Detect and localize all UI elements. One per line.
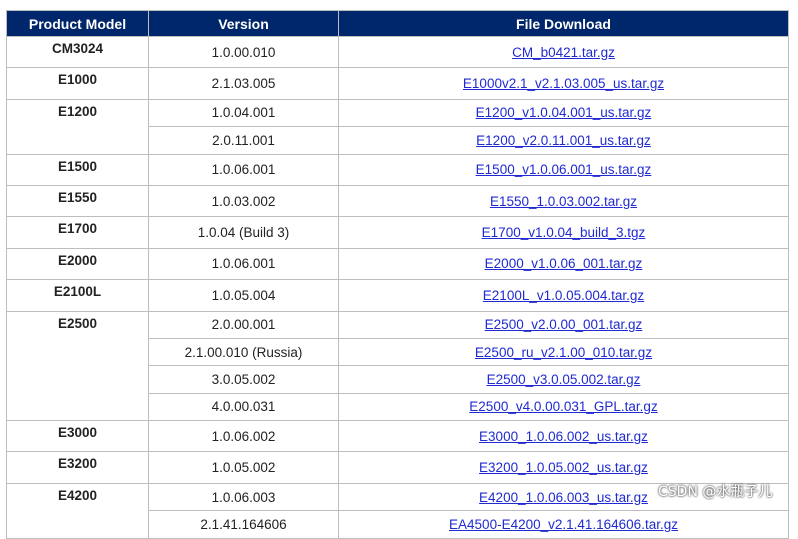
version-cell: 2.0.00.001 <box>148 310 339 339</box>
product-model-cell: E2500 <box>6 310 149 422</box>
product-model-cell: E2100L <box>6 279 149 312</box>
version-cell: 2.1.03.005 <box>148 67 339 100</box>
file-download-link[interactable]: E1550_1.0.03.002.tar.gz <box>490 194 637 209</box>
file-download-cell: E2500_ru_v2.1.00_010.tar.gz <box>338 337 789 367</box>
file-download-link[interactable]: E3000_1.0.06.002_us.tar.gz <box>479 429 648 444</box>
firmware-download-table: Product Model Version File Download CM30… <box>6 10 789 539</box>
product-model-cell: E1500 <box>6 153 149 186</box>
file-download-cell: E1000v2.1_v2.1.03.005_us.tar.gz <box>338 67 789 100</box>
table-row: E1550 1.0.03.002 E1550_1.0.03.002.tar.gz <box>6 184 789 218</box>
file-download-link[interactable]: E2500_v4.0.00.031_GPL.tar.gz <box>469 399 657 414</box>
file-download-link[interactable]: E2500_v3.0.05.002.tar.gz <box>487 372 641 387</box>
file-download-cell: E3000_1.0.06.002_us.tar.gz <box>338 420 789 453</box>
file-download-link[interactable]: E3200_1.0.05.002_us.tar.gz <box>479 460 648 475</box>
version-cell: 1.0.05.004 <box>148 279 339 312</box>
file-download-cell: CM_b0421.tar.gz <box>338 35 789 69</box>
table-body: CM3024 1.0.00.010 CM_b0421.tar.gz E1000 2.1.… <box>6 35 789 539</box>
version-cell: 2.1.00.010 (Russia) <box>148 337 339 367</box>
header-product-model: Product Model <box>6 10 149 37</box>
version-cell: 1.0.06.003 <box>148 482 339 512</box>
header-version: Version <box>148 10 339 37</box>
file-download-link[interactable]: E1500_v1.0.06.001_us.tar.gz <box>476 162 652 177</box>
file-download-cell: E1500_v1.0.06.001_us.tar.gz <box>338 153 789 186</box>
file-download-cell: E2100L_v1.0.05.004.tar.gz <box>338 279 789 312</box>
csdn-watermark: CSDN @水瓶子儿 <box>658 484 773 500</box>
table-row: CM3024 1.0.00.010 CM_b0421.tar.gz <box>6 35 789 69</box>
table-row: E3200 1.0.05.002 E3200_1.0.05.002_us.tar.g… <box>6 451 789 484</box>
product-model-cell: CM3024 <box>6 35 149 69</box>
file-download-link[interactable]: E2100L_v1.0.05.004.tar.gz <box>483 288 644 303</box>
file-download-cell: E3200_1.0.05.002_us.tar.gz <box>338 451 789 484</box>
file-download-link[interactable]: CM_b0421.tar.gz <box>512 45 615 60</box>
product-model-cell: E4200 <box>6 482 149 539</box>
product-model-cell: E1700 <box>6 216 149 249</box>
file-download-cell: E2000_v1.0.06_001.tar.gz <box>338 247 789 281</box>
version-cell: 1.0.06.002 <box>148 420 339 453</box>
table-row: E1500 1.0.06.001 E1500_v1.0.06.001_us.tar.… <box>6 153 789 186</box>
version-cell: 1.0.06.001 <box>148 153 339 186</box>
table-row: E2500 2.0.00.001 E2500_v2.0.00_001.tar.gz <box>6 310 789 422</box>
table-row: E1000 2.1.03.005 E1000v2.1_v2.1.03.005_us.… <box>6 67 789 100</box>
version-cell: 1.0.06.001 <box>148 247 339 281</box>
product-model-cell: E3000 <box>6 420 149 453</box>
version-cell: 2.0.11.001 <box>148 126 339 155</box>
file-download-link[interactable]: E1200_v2.0.11.001_us.tar.gz <box>476 133 651 148</box>
header-file-download: File Download <box>338 10 789 37</box>
file-download-cell: E1200_v1.0.04.001_us.tar.gz <box>338 98 789 128</box>
table-row: E2100L 1.0.05.004 E2100L_v1.0.05.004.tar.g… <box>6 279 789 312</box>
product-model-cell: E2000 <box>6 247 149 281</box>
table-row: E2000 1.0.06.001 E2000_v1.0.06_001.tar.gz <box>6 247 789 281</box>
file-download-link[interactable]: E4200_1.0.06.003_us.tar.gz <box>479 490 648 505</box>
version-cell: 1.0.04 (Build 3) <box>148 216 339 249</box>
file-download-cell: E2500_v4.0.00.031_GPL.tar.gz <box>338 392 789 422</box>
file-download-link[interactable]: E2500_ru_v2.1.00_010.tar.gz <box>475 345 652 360</box>
file-download-cell: E1700_v1.0.04_build_3.tgz <box>338 216 789 249</box>
file-download-link[interactable]: E2000_v1.0.06_001.tar.gz <box>485 256 643 271</box>
table-header-row: Product Model Version File Download <box>6 10 789 37</box>
file-download-cell: E2500_v2.0.00_001.tar.gz <box>338 310 789 339</box>
file-download-link[interactable]: EA4500-E4200_v2.1.41.164606.tar.gz <box>449 517 678 532</box>
version-cell: 3.0.05.002 <box>148 365 339 394</box>
product-model-cell: E1000 <box>6 67 149 100</box>
product-model-cell: E1200 <box>6 98 149 155</box>
version-cell: 1.0.03.002 <box>148 184 339 218</box>
file-download-cell: E1200_v2.0.11.001_us.tar.gz <box>338 126 789 155</box>
version-cell: 1.0.05.002 <box>148 451 339 484</box>
file-download-cell: E1550_1.0.03.002.tar.gz <box>338 184 789 218</box>
file-download-link[interactable]: E2500_v2.0.00_001.tar.gz <box>485 317 643 332</box>
product-model-cell: E1550 <box>6 184 149 218</box>
version-cell: 1.0.00.010 <box>148 35 339 69</box>
version-cell: 1.0.04.001 <box>148 98 339 128</box>
table-row: E3000 1.0.06.002 E3000_1.0.06.002_us.tar.g… <box>6 420 789 453</box>
table-row: E1200 1.0.04.001 E1200_v1.0.04.001_us.tar.… <box>6 98 789 155</box>
file-download-cell: EA4500-E4200_v2.1.41.164606.tar.gz <box>338 510 789 539</box>
file-download-link[interactable]: E1700_v1.0.04_build_3.tgz <box>482 225 646 240</box>
file-download-link[interactable]: E1000v2.1_v2.1.03.005_us.tar.gz <box>463 76 664 91</box>
table-row: E1700 1.0.04 (Build 3) E1700_v1.0.04_build… <box>6 216 789 249</box>
product-model-cell: E3200 <box>6 451 149 484</box>
file-download-cell: E2500_v3.0.05.002.tar.gz <box>338 365 789 394</box>
version-cell: 2.1.41.164606 <box>148 510 339 539</box>
version-cell: 4.0.00.031 <box>148 392 339 422</box>
file-download-link[interactable]: E1200_v1.0.04.001_us.tar.gz <box>476 105 652 120</box>
